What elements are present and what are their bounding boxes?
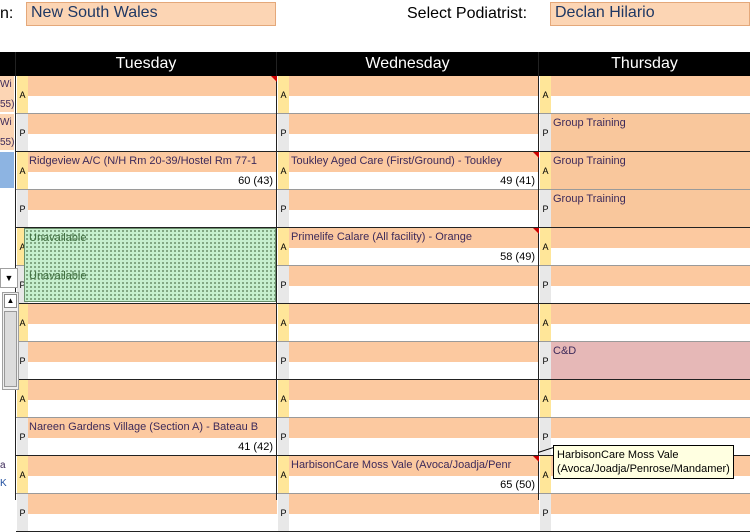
monday-fragment-text: Wi	[0, 117, 12, 128]
cell-dropdown-button[interactable]: ▼	[0, 268, 18, 288]
entry-group-training[interactable]: Group Training	[553, 117, 626, 129]
monday-fragment-text: K	[0, 478, 7, 489]
slot-marker: P	[540, 266, 551, 304]
column-divider	[538, 52, 539, 500]
monday-fragment-text: Wi	[0, 79, 12, 90]
slot-marker: P	[17, 418, 28, 456]
slot-marker: A	[278, 228, 289, 266]
entry-group-training[interactable]: Group Training	[553, 155, 626, 167]
tooltip-line-1: HarbisonCare Moss Vale	[557, 449, 679, 461]
entry-harbisoncare[interactable]: HarbisonCare Moss Vale (Avoca/Joadja/Pen…	[291, 459, 538, 471]
entry-primelife-calare-count: 58 (49)	[500, 251, 535, 263]
podiatrist-label: Select Podiatrist:	[407, 5, 528, 22]
slot-band	[551, 228, 750, 248]
slot-band	[28, 380, 277, 400]
slot-band	[28, 304, 277, 324]
slot-band	[551, 494, 750, 514]
slot-band	[551, 342, 750, 380]
entry-primelife-calare[interactable]: Primelife Calare (All facility) - Orange	[291, 231, 538, 243]
slot-marker: A	[540, 380, 551, 418]
slot-band	[551, 418, 750, 438]
monday-fragment-count: 55)	[0, 137, 14, 148]
slot-marker: P	[278, 342, 289, 380]
slot-marker: P	[278, 114, 289, 152]
slot-marker: P	[540, 114, 551, 152]
scroll-up-arrow-icon[interactable]: ▲	[4, 294, 17, 308]
slot-band	[289, 494, 539, 514]
slot-marker: A	[540, 304, 551, 342]
entry-toukley-count: 49 (41)	[500, 175, 535, 187]
unavailable-label-pm: Unavailable	[29, 270, 87, 282]
slot-marker: P	[540, 190, 551, 228]
slot-marker: A	[278, 456, 289, 494]
slot-marker: A	[278, 152, 289, 190]
slot-band	[289, 418, 539, 438]
podiatrist-select[interactable]: Declan Hilario	[550, 2, 750, 26]
slot-band	[551, 304, 750, 324]
slot-band	[28, 494, 277, 514]
slot-band	[28, 342, 277, 362]
slot-band	[289, 76, 539, 96]
day-header-tuesday: Tuesday	[16, 52, 277, 76]
slot-marker: P	[278, 190, 289, 228]
slot-band	[28, 76, 277, 96]
monday-fragment-cell	[0, 152, 14, 188]
slot-marker: P	[540, 342, 551, 380]
tooltip-line-2: (Avoca/Joadja/Penrose/Mandamer)	[557, 463, 730, 475]
slot-marker: P	[278, 266, 289, 304]
day-header-monday-fragment	[0, 52, 16, 76]
entry-ridgeview-count: 60 (43)	[238, 175, 273, 187]
slot-marker: A	[17, 456, 28, 494]
entry-group-training[interactable]: Group Training	[553, 193, 626, 205]
slot-band	[551, 266, 750, 286]
slot-marker: A	[278, 380, 289, 418]
day-header-wednesday: Wednesday	[277, 52, 539, 76]
entry-nareen-gardens-count: 41 (42)	[238, 441, 273, 453]
entry-harbisoncare-count: 65 (50)	[500, 479, 535, 491]
slot-marker: A	[540, 228, 551, 266]
unavailable-label-am: Unavailable	[29, 232, 87, 244]
slot-marker: A	[278, 304, 289, 342]
column-divider	[276, 52, 277, 500]
slot-marker: P	[17, 190, 28, 228]
slot-band	[289, 266, 539, 286]
slot-band	[551, 76, 750, 96]
slot-band	[289, 380, 539, 400]
monday-fragment-text: a	[0, 460, 6, 471]
slot-marker: A	[17, 152, 28, 190]
monday-fragment-count: 55)	[0, 99, 14, 110]
slot-marker: P	[17, 114, 28, 152]
slot-marker: A	[17, 76, 28, 114]
entry-nareen-gardens[interactable]: Nareen Gardens Village (Section A) - Bat…	[29, 421, 276, 433]
comment-indicator-icon	[533, 228, 539, 234]
comment-tooltip: HarbisonCare Moss Vale (Avoca/Joadja/Pen…	[553, 445, 734, 479]
slot-marker: A	[540, 152, 551, 190]
slot-band	[551, 380, 750, 400]
slot-band	[28, 114, 277, 134]
entry-c-and-d[interactable]: C&D	[553, 345, 576, 357]
slot-marker: A	[540, 76, 551, 114]
dropdown-scrollbar[interactable]: ▲	[2, 292, 19, 390]
entry-toukley[interactable]: Toukley Aged Care (First/Ground) - Toukl…	[291, 155, 538, 167]
slot-band	[28, 456, 277, 476]
comment-indicator-icon	[271, 76, 277, 82]
comment-indicator-icon	[533, 456, 539, 462]
entry-ridgeview[interactable]: Ridgeview A/C (N/H Rm 20-39/Hostel Rm 77…	[29, 155, 276, 167]
scroll-thumb[interactable]	[4, 311, 17, 387]
slot-band	[289, 190, 539, 210]
slot-band	[289, 114, 539, 134]
region-select[interactable]: New South Wales	[26, 2, 276, 26]
slot-marker: A	[278, 76, 289, 114]
region-label: n:	[0, 5, 14, 22]
slot-band	[28, 190, 277, 210]
day-header-thursday: Thursday	[539, 52, 750, 76]
comment-indicator-icon	[533, 152, 539, 158]
slot-marker: A	[540, 456, 551, 494]
slot-marker: P	[278, 418, 289, 456]
slot-band	[289, 342, 539, 362]
slot-band	[289, 304, 539, 324]
